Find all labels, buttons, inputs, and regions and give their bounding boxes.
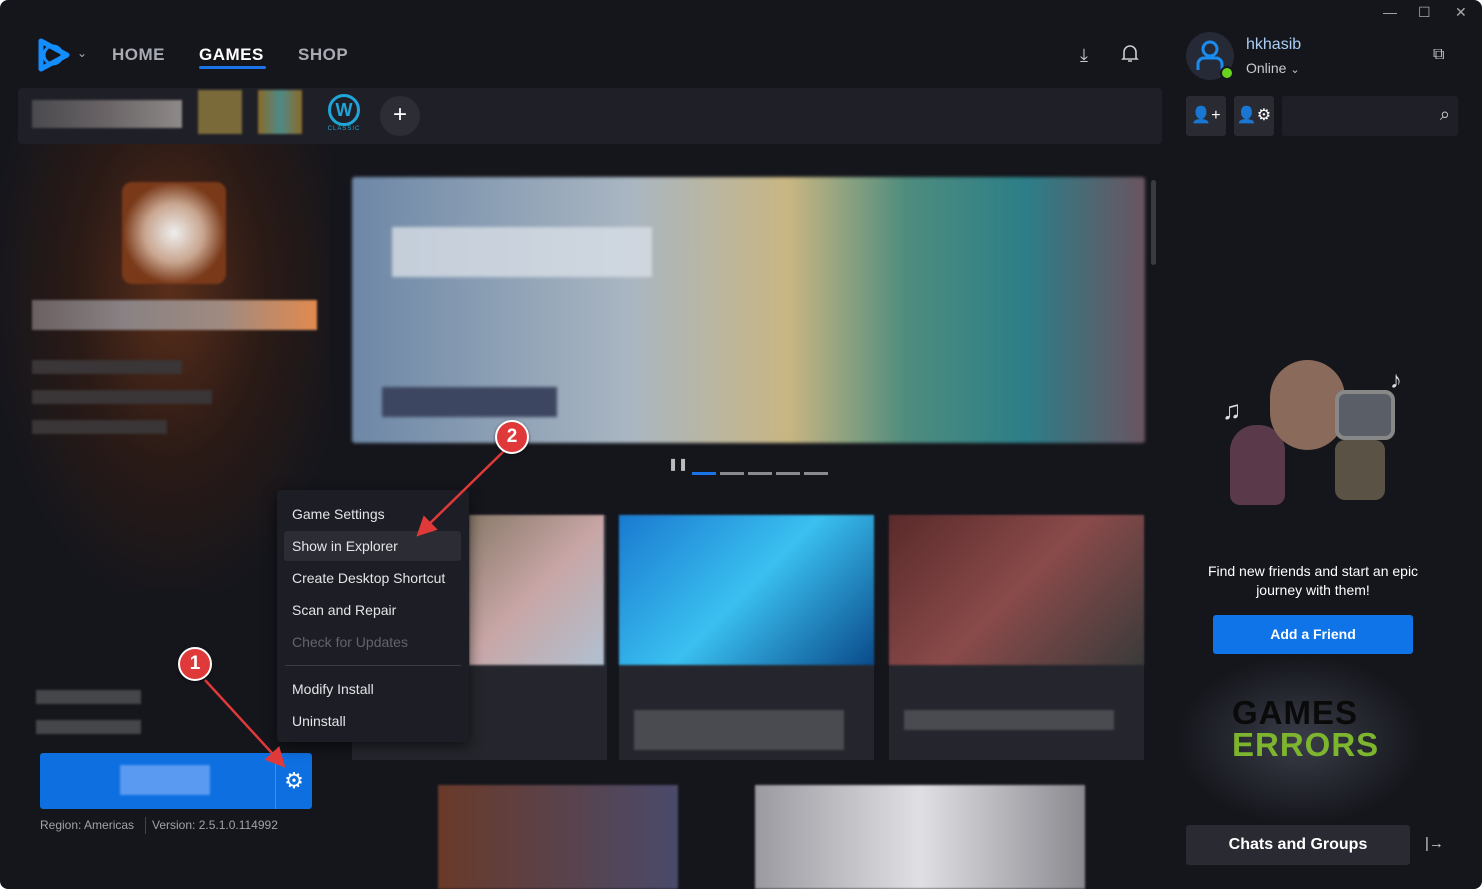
step-badge-1: 1 — [178, 647, 212, 681]
collapse-panel-icon[interactable]: |→ — [1425, 835, 1444, 852]
status-label: Online — [1246, 60, 1287, 76]
friends-empty-message: Find new friends and start an epic journ… — [1207, 563, 1419, 598]
add-friend-button[interactable]: Add a Friend — [1213, 615, 1413, 654]
search-icon: ⌕ — [1439, 104, 1450, 124]
username[interactable]: hkhasib — [1246, 36, 1301, 54]
battlenet-window: — ☐ ✕ ⌄ HOME GAMES SHOP ⤓ W CLASSIC + ⚙ … — [0, 0, 1482, 889]
watermark-logo: GAMES ERRORS — [1232, 694, 1380, 763]
add-friend-icon-button[interactable]: 👤+ — [1186, 96, 1226, 136]
status-dropdown[interactable]: Online ⌄ — [1246, 60, 1300, 76]
online-status-dot — [1220, 66, 1234, 80]
popout-icon[interactable]: ⧉ — [1433, 46, 1444, 64]
chats-and-groups-button[interactable]: Chats and Groups — [1186, 825, 1410, 865]
friend-search-input[interactable]: ⌕ — [1282, 96, 1458, 136]
chevron-down-icon: ⌄ — [1290, 64, 1300, 76]
manage-friends-icon-button[interactable]: 👤⚙ — [1234, 96, 1274, 136]
avatar[interactable] — [1186, 32, 1234, 80]
step-badge-2: 2 — [495, 420, 529, 454]
friends-illustration: ♫ ♪ — [1210, 345, 1415, 525]
